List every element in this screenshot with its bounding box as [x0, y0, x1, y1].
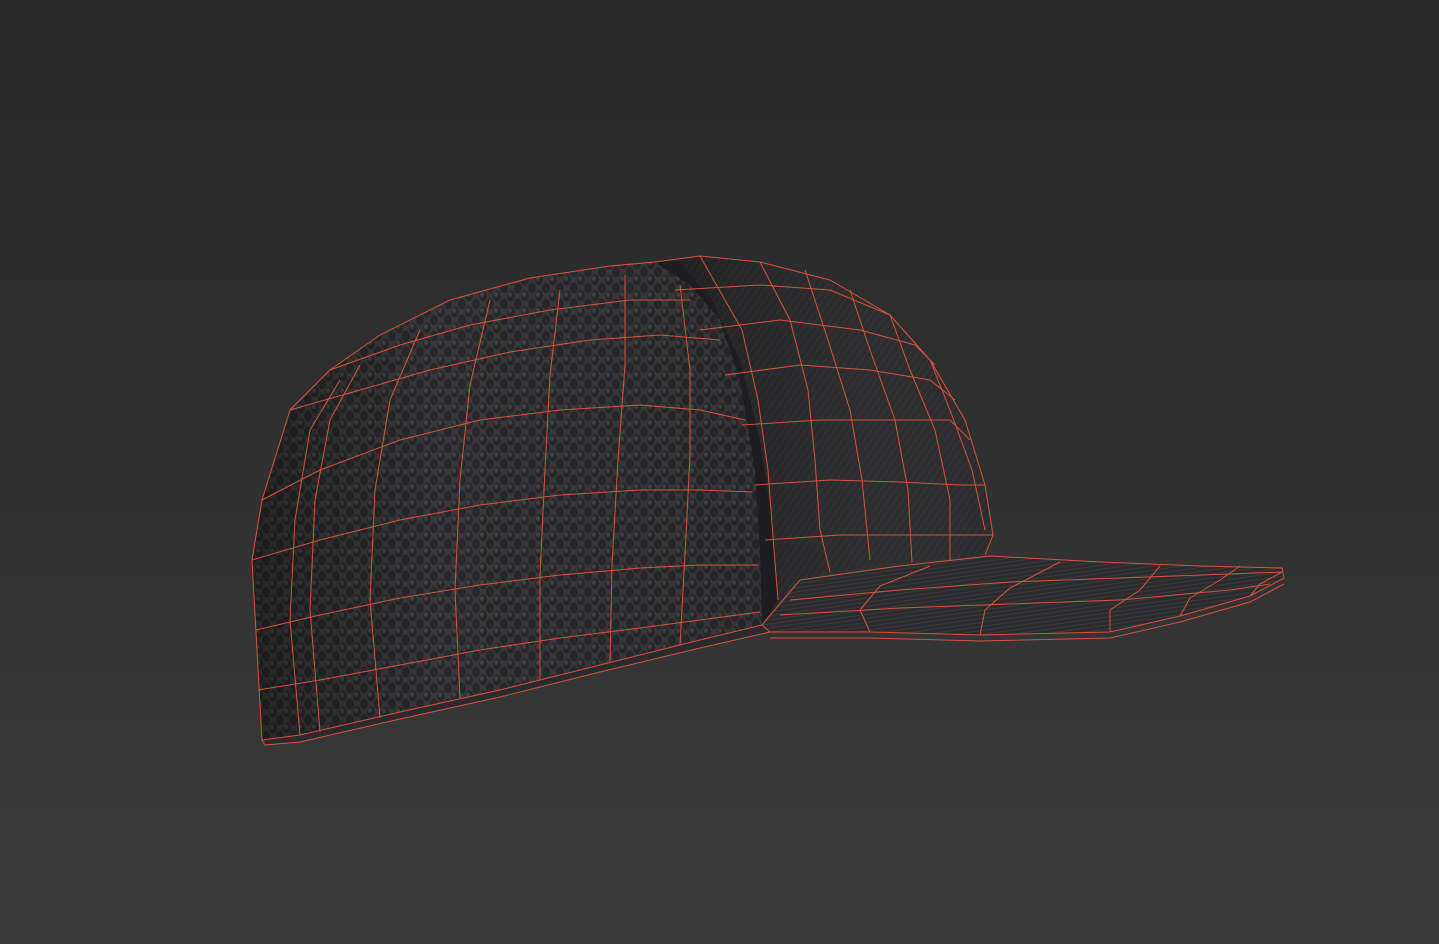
3d-viewport[interactable]: [0, 0, 1439, 944]
scene-canvas[interactable]: [0, 0, 1439, 944]
